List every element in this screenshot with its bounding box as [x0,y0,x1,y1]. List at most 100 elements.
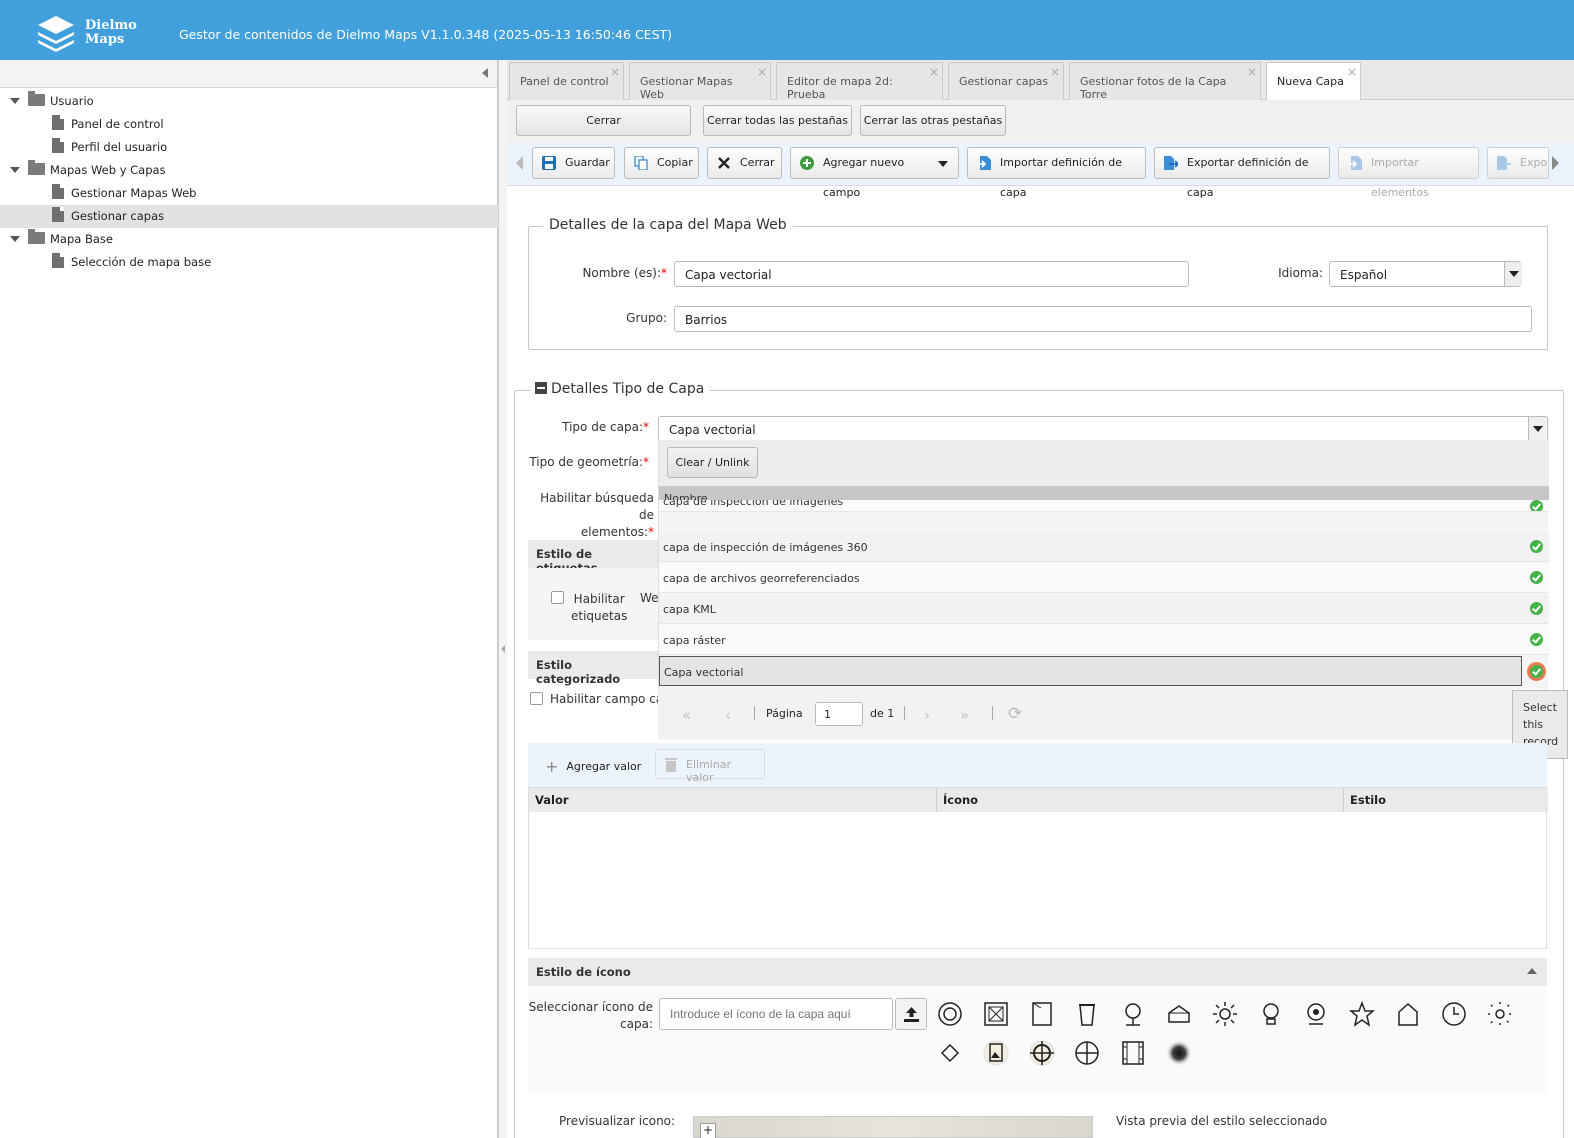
column-valor[interactable]: Valor [529,788,937,812]
collapse-section-icon[interactable] [535,382,547,394]
dropdown-option[interactable]: capa ráster [659,625,1549,655]
layer-type-dropdown-icon[interactable] [1528,417,1546,441]
select-record-icon[interactable] [1530,540,1543,553]
tab-label: Gestionar Mapas Web [640,75,733,101]
chevron-up-icon[interactable] [1527,968,1537,974]
refresh-icon[interactable]: ⟳ [1008,704,1022,724]
upload-button[interactable] [895,998,927,1030]
select-record-icon[interactable] [1530,571,1543,584]
dropdown-option[interactable]: capa de inspección de imágenes 360 [659,532,1549,562]
close-tab-icon[interactable]: × [610,65,620,79]
sidebar-item-gestionar-mapas-web[interactable]: Gestionar Mapas Web [0,182,498,205]
expand-arrow-icon[interactable] [10,167,20,173]
sidebar-item-perfil-del-usuario[interactable]: Perfil del usuario [0,136,498,159]
option-label: capa de inspección de imágenes 360 [663,541,868,554]
close-all-tabs-button[interactable]: Cerrar todas las pestañas [703,105,852,136]
copy-button[interactable]: Copiar [624,147,699,179]
language-dropdown-icon[interactable] [1504,262,1522,286]
tab-gestionar-mapas-web[interactable]: Gestionar Mapas Web × [629,62,771,101]
light-burst-icon[interactable] [1487,1001,1513,1027]
close-tab-icon[interactable]: × [1347,65,1357,79]
scroll-left-icon[interactable] [516,156,523,170]
add-field-button[interactable]: Agregar nuevo campo [790,147,959,199]
enable-category-checkbox[interactable] [530,692,543,705]
select-record-icon[interactable] [1530,500,1543,511]
name-input[interactable]: Capa vectorial [674,261,1189,287]
icon-input[interactable] [659,998,893,1030]
layer-type-select[interactable]: Capa vectorial [658,416,1548,442]
enable-labels-checkbox[interactable] [551,591,564,604]
tab-label: Panel de control [520,75,609,88]
dropdown-option[interactable]: capa de archivos georreferenciados [659,563,1549,593]
expand-arrow-icon[interactable] [10,98,20,104]
bucket-icon[interactable] [1074,1001,1100,1027]
clock-icon[interactable] [1441,1001,1467,1027]
dropdown-option[interactable]: capa KML [659,594,1549,624]
globe-cross-icon[interactable] [1074,1040,1100,1066]
door-icon[interactable] [1029,1001,1055,1027]
select-record-icon[interactable] [1530,665,1543,678]
sidebar-item-gestionar-capas[interactable]: Gestionar capas [0,205,498,228]
sidebar-item-selección-de-mapa-base[interactable]: Selección de mapa base [0,251,498,274]
box-x-icon[interactable] [983,1001,1009,1027]
zoom-in-icon[interactable]: + [700,1123,716,1138]
bulb-icon[interactable] [1258,1001,1284,1027]
film-icon[interactable] [1120,1040,1146,1066]
tab-nueva-capa[interactable]: Nueva Capa × [1266,62,1361,100]
close-tab-icon[interactable]: × [1247,65,1257,79]
export-definition-button[interactable]: Exportar definición de capa [1154,147,1330,199]
tab-panel-de-control[interactable]: Panel de control × [509,62,624,100]
prev-page-icon[interactable]: ‹ [725,706,731,724]
select-record-icon[interactable] [1530,633,1543,646]
collapse-sidebar-icon[interactable] [482,68,488,78]
close-tab-icon[interactable]: × [757,65,767,79]
dropdown-option[interactable]: capa de inspección de imágenes [659,500,1549,512]
next-page-icon[interactable]: › [924,706,930,724]
splitter-handle-icon[interactable] [501,645,505,653]
close-button[interactable]: Cerrar [707,147,782,179]
close-tab-icon[interactable]: × [929,65,939,79]
export-icon [1164,156,1178,170]
export-elements-button[interactable]: Expo [1487,147,1549,179]
crosshair-icon[interactable] [1029,1040,1055,1066]
home-icon[interactable] [1395,1001,1421,1027]
webcam-icon[interactable] [1303,1001,1329,1027]
column-estilo[interactable]: Estilo [1344,788,1548,812]
close-other-tabs-button[interactable]: Cerrar las otras pestañas [860,105,1006,136]
tab-gestionar-capas[interactable]: Gestionar capas × [948,62,1064,100]
star-icon[interactable] [1349,1001,1376,1027]
tab-gestionar-fotos-de-la-capa-torre[interactable]: Gestionar fotos de la Capa Torre × [1069,62,1261,101]
scroll-right-icon[interactable] [1552,156,1559,170]
delete-value-button[interactable]: Eliminar valor [655,749,765,784]
select-record-icon[interactable] [1530,602,1543,615]
sidebar-item-usuario[interactable]: Usuario [0,90,498,113]
import-elements-button[interactable]: Importar elementos [1338,147,1479,199]
expand-arrow-icon[interactable] [10,236,20,242]
sidebar-item-mapa-base[interactable]: Mapa Base [0,228,498,251]
language-select[interactable]: Español [1329,261,1521,287]
add-value-button[interactable]: + Agregar valor [545,757,641,776]
save-button[interactable]: Guardar [532,147,615,179]
document-photo-icon[interactable] [983,1040,1009,1066]
circle-target-icon[interactable] [937,1001,963,1027]
sidebar-item-panel-de-control[interactable]: Panel de control [0,113,498,136]
logout-button[interactable]: Cerrar sesión,jean@dielmo.com [516,105,691,156]
sidebar-item-mapas-web-y-capas[interactable]: Mapas Web y Capas [0,159,498,182]
last-page-icon[interactable]: » [960,706,969,724]
tab-editor-de-mapa-2d-prueba[interactable]: Editor de mapa 2d: Prueba × [776,62,943,101]
mailbox-icon[interactable] [1166,1001,1192,1027]
dropdown-option[interactable]: Capa vectorial [659,656,1543,686]
splitter[interactable] [498,60,507,1138]
plus-icon: + [545,757,559,776]
close-tab-icon[interactable]: × [1050,65,1060,79]
pin-icon[interactable] [1120,1001,1146,1027]
first-page-icon[interactable]: « [682,706,691,724]
page-input[interactable]: 1 [815,702,863,726]
clear-unlink-button[interactable]: Clear / Unlink [667,447,758,478]
sun-icon[interactable] [1212,1001,1238,1027]
group-input[interactable]: Barrios [674,306,1532,332]
diamond-icon[interactable] [937,1040,963,1066]
import-definition-button[interactable]: Importar definición de capa [967,147,1146,199]
blur-dot-icon[interactable] [1166,1040,1192,1066]
column-icono[interactable]: Ícono [937,788,1344,812]
